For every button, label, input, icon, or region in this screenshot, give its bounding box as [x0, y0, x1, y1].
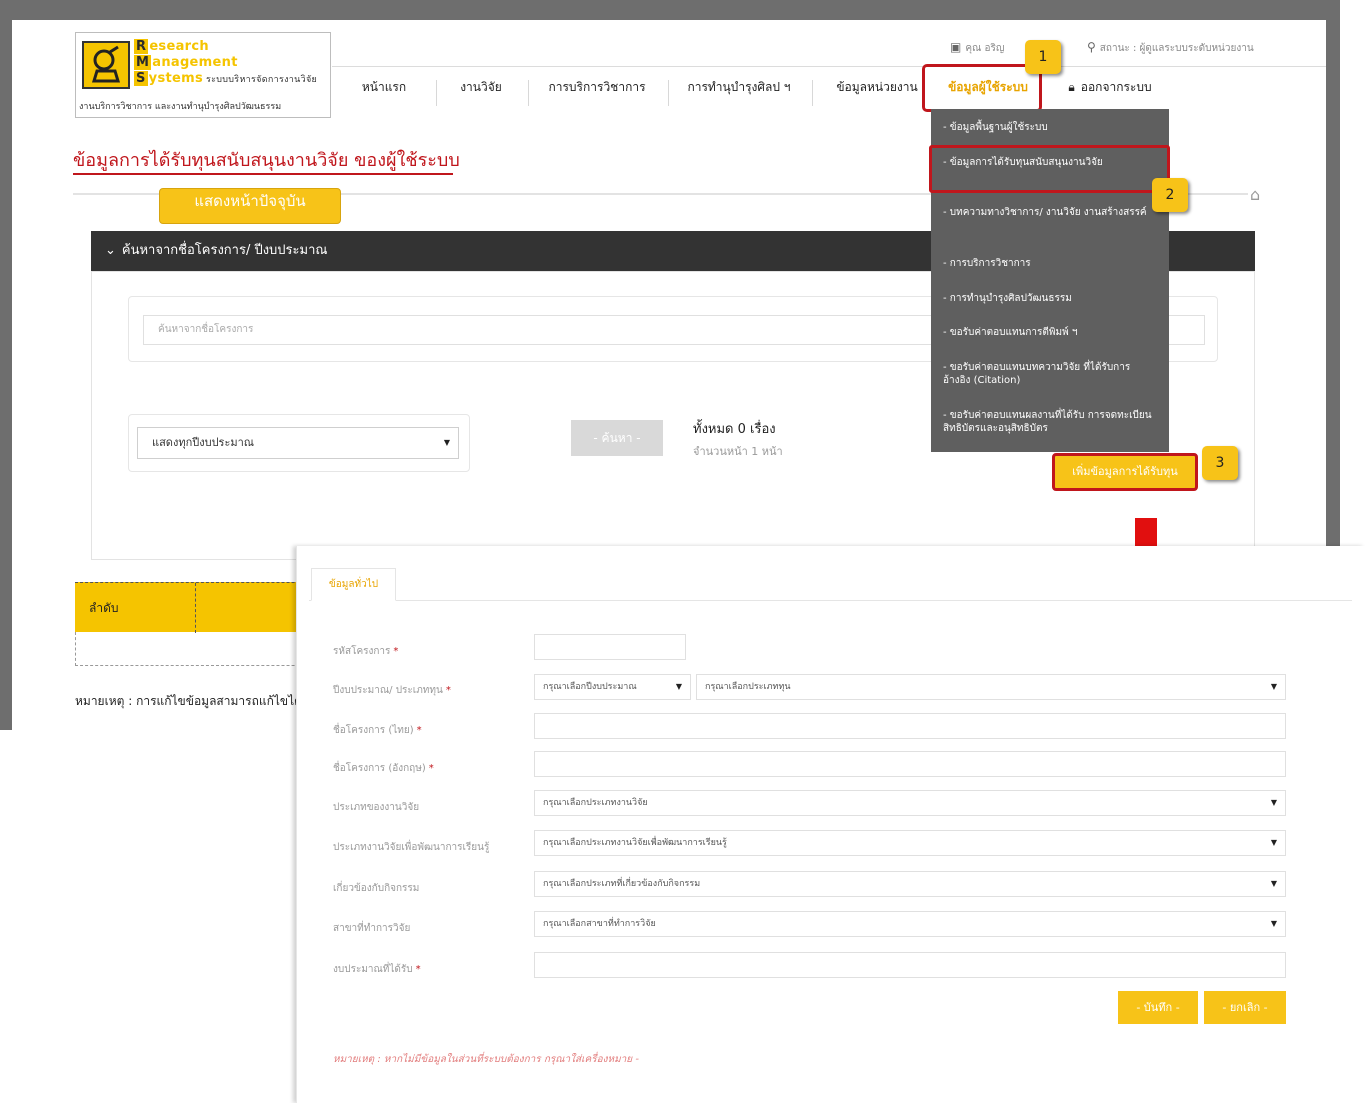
label-project-code: รหัสโครงการ * [333, 646, 399, 657]
fund-type-select[interactable]: กรุณาเลือกประเภททุน ▼ [696, 674, 1286, 700]
logo-line-research: Research [134, 39, 209, 54]
label-learning-research-type: ประเภทงานวิจัยเพื่อพัฒนาการเรียนรู้ [333, 842, 490, 853]
tab-bar-line [309, 600, 1352, 601]
header-divider [332, 66, 1326, 67]
label-related-activity: เกี่ยวข้องกับกิจกรรม [333, 883, 420, 894]
dropdown-arrow-icon: ▼ [1270, 798, 1277, 807]
logo-line-systems: Systems ระบบบริหารจัดการงานวิจัย [134, 71, 318, 86]
budget-received-input[interactable] [534, 952, 1286, 978]
label-project-name-en: ชื่อโครงการ (อังกฤษ) * [333, 763, 434, 774]
page-count: จำนวนหน้า 1 หน้า [693, 445, 783, 458]
nav-academic-service[interactable]: การบริการวิชาการ [542, 78, 652, 108]
project-name-en-input[interactable] [534, 751, 1286, 777]
menu-item-publication-reward[interactable]: - ขอรับค่าตอบแทนการตีพิมพ์ ฯ [931, 326, 1169, 339]
research-type-select[interactable]: กรุณาเลือกประเภทงานวิจัย ▼ [534, 790, 1286, 816]
chevron-down-icon: ⌄ [105, 243, 116, 258]
menu-item-citation-reward[interactable]: - ขอรับค่าตอบแทนบทความวิจัย ที่ได้รับการ… [931, 361, 1169, 387]
nav-divider [668, 80, 669, 106]
save-button[interactable]: - บันทึก - [1118, 991, 1198, 1024]
project-code-input[interactable] [534, 634, 686, 660]
tutorial-screenshot: { "logo": { "r_letter": "R", "r_text": "… [0, 0, 1365, 1103]
show-current-page-badge: แสดงหน้าปัจจุบัน [159, 188, 341, 224]
step-badge-3: 3 [1202, 446, 1238, 480]
menu-item-user-basic[interactable]: - ข้อมูลพื้นฐานผู้ใช้ระบบ [931, 121, 1169, 134]
budget-year-select[interactable]: แสดงทุกปีงบประมาณ ▼ [137, 427, 459, 459]
edit-note: หมายเหตุ : การแก้ไขข้อมูลสามารถแก้ไขได้เ… [75, 694, 323, 708]
related-activity-select[interactable]: กรุณาเลือกประเภทที่เกี่ยวข้องกับกิจกรรม ▼ [534, 871, 1286, 897]
add-funding-form: ข้อมูลทั่วไป รหัสโครงการ * ปีงบประมาณ/ ปร… [296, 546, 1365, 1103]
label-research-type: ประเภทของงานวิจัย [333, 802, 420, 813]
page-title-underline [73, 173, 453, 175]
nav-home[interactable]: หน้าแรก [352, 78, 416, 108]
home-icon[interactable]: ⌂ [1250, 185, 1260, 204]
dropdown-arrow-icon: ▼ [675, 682, 682, 691]
dropdown-arrow-icon: ▼ [443, 438, 450, 447]
column-divider [195, 583, 196, 633]
add-funding-button[interactable]: เพิ่มข้อมูลการได้รับทุน [1052, 453, 1198, 491]
user-status: ⚲ สถานะ : ผู้ดูแลระบบระดับหน่วยงาน [1087, 40, 1254, 54]
nav-arts-culture[interactable]: การทำนุบำรุงศิลป ฯ [680, 78, 798, 108]
menu-item-patent-reward[interactable]: - ขอรับค่าตอบแทนผลงานที่ได้รับ การจดทะเบ… [931, 409, 1169, 435]
label-budget-year-type: ปีงบประมาณ/ ประเภททุน * [333, 685, 451, 696]
nav-divider [528, 80, 529, 106]
dropdown-arrow-icon: ▼ [1270, 682, 1277, 691]
nav-research[interactable]: งานวิจัย [446, 78, 516, 108]
column-header-order: ลำดับ [89, 601, 119, 615]
logo-line-management: Management [134, 55, 238, 70]
nav-unit-info[interactable]: ข้อมูลหน่วยงาน [822, 78, 932, 108]
step-badge-1: 1 [1025, 40, 1061, 74]
nav-user-info-highlight [922, 64, 1042, 112]
search-button[interactable]: - ค้นหา - [571, 420, 663, 456]
cancel-button[interactable]: - ยกเลิก - [1204, 991, 1286, 1024]
total-count: ทั้งหมด 0 เรื่อง [693, 422, 776, 437]
step-badge-2: 2 [1152, 178, 1188, 212]
nav-logout[interactable]: 🔒︎ ออกจากระบบ [1058, 78, 1162, 108]
nav-divider [436, 80, 437, 106]
dropdown-arrow-icon: ▼ [1270, 838, 1277, 847]
calendar-icon: ▣ [950, 40, 962, 54]
year-select-wrapper: แสดงทุกปีงบประมาณ ▼ [128, 414, 470, 472]
project-name-th-input[interactable] [534, 713, 1286, 739]
rms-logo[interactable]: Research Management Systems ระบบบริหารจัด… [75, 32, 331, 118]
page-title: ข้อมูลการได้รับทุนสนับสนุนงานวิจัย ของผู… [73, 150, 460, 171]
form-note: หมายเหตุ : หากไม่มีข้อมูลในส่วนที่ระบบต้… [333, 1054, 639, 1065]
label-research-branch: สาขาที่ทำการวิจัย [333, 923, 411, 934]
lock-icon: 🔒︎ [1068, 80, 1075, 94]
menu-item-arts-culture[interactable]: - การทำนุบำรุงศิลปวัฒนธรรม [931, 292, 1169, 305]
pin-icon: ⚲ [1087, 40, 1096, 54]
dropdown-arrow-icon: ▼ [1270, 879, 1277, 888]
menu-item-research-funding-highlight [929, 145, 1170, 193]
learning-research-type-select[interactable]: กรุณาเลือกประเภทงานวิจัยเพื่อพัฒนาการเรี… [534, 830, 1286, 856]
dropdown-arrow-icon: ▼ [1270, 919, 1277, 928]
label-budget-received: งบประมาณที่ได้รับ * [333, 964, 421, 975]
nav-divider [812, 80, 813, 106]
current-user[interactable]: ▣ คุณ อริญ [950, 40, 1004, 56]
research-branch-select[interactable]: กรุณาเลือกสาขาที่ทำการวิจัย ▼ [534, 911, 1286, 937]
tab-general-info[interactable]: ข้อมูลทั่วไป [311, 568, 396, 601]
menu-item-academic-service[interactable]: - การบริการวิชาการ [931, 257, 1169, 270]
menu-item-articles[interactable]: - บทความทางวิชาการ/ งานวิจัย งานสร้างสรร… [931, 206, 1169, 219]
logo-footer-text: งานบริการวิชาการ และงานทำนุบำรุงศิลปวัฒน… [79, 102, 282, 112]
budget-year-select[interactable]: กรุณาเลือกปีงบประมาณ ▼ [534, 674, 691, 700]
microscope-icon [82, 41, 130, 89]
label-project-name-th: ชื่อโครงการ (ไทย) * [333, 725, 422, 736]
